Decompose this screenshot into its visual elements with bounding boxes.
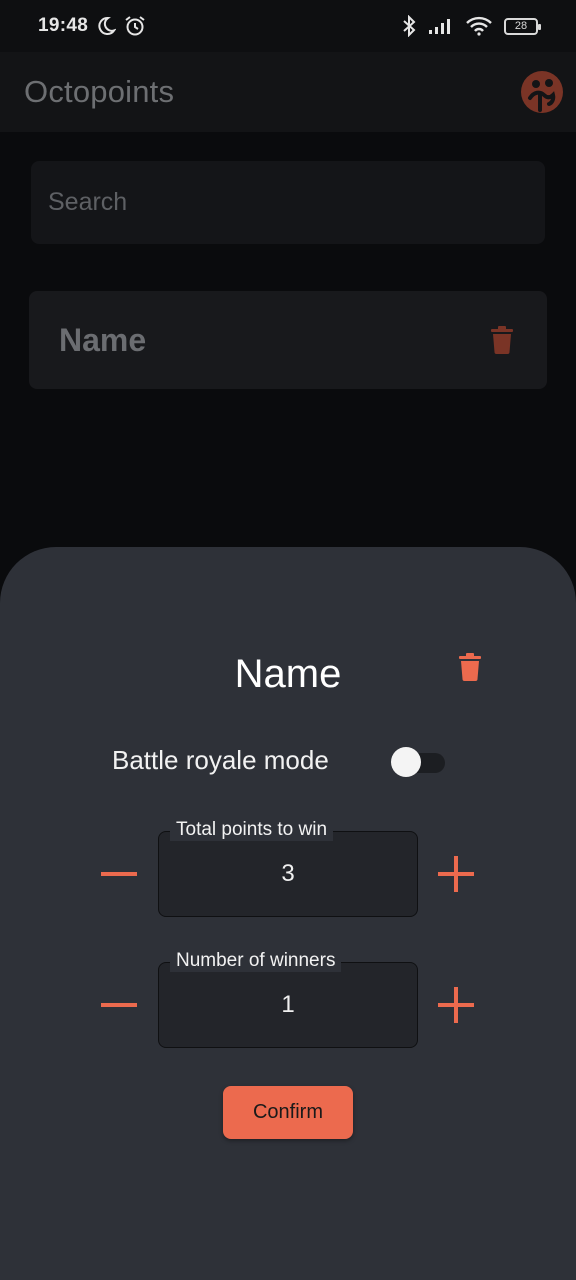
bluetooth-icon [403,15,416,37]
trash-icon[interactable] [491,326,513,354]
total-points-label: Total points to win [170,819,334,841]
total-points-field[interactable]: 3 [158,831,418,917]
moon-icon [98,16,117,35]
search-input[interactable]: Search [31,161,545,244]
winners-label: Number of winners [170,950,342,972]
toggle-knob [391,747,421,777]
octopus-logo-icon[interactable] [520,70,564,114]
sheet-title: Name [234,652,342,696]
list-item[interactable]: Name [29,291,547,389]
status-right: 28 [402,15,541,37]
confirm-label: Confirm [252,1101,323,1123]
decrement-points-button[interactable] [99,854,139,894]
increment-points-button[interactable] [436,854,476,894]
battery-icon: 28 [504,17,541,35]
winners-value: 1 [281,991,295,1018]
list-item-name: Name [59,321,147,358]
trash-icon[interactable] [459,653,481,681]
winners-field[interactable]: 1 [158,962,418,1048]
status-left: 19:48 [38,15,146,37]
status-time: 19:48 [38,15,89,36]
increment-winners-button[interactable] [436,985,476,1025]
decrement-winners-button[interactable] [99,985,139,1025]
app-bar: Octopoints [0,52,576,132]
status-bar: 19:48 28 [0,0,576,52]
signal-icon [429,19,450,34]
wifi-icon [466,16,492,36]
app-title: Octopoints [24,74,175,109]
battle-royale-label: Battle royale mode [112,745,329,775]
total-points-value: 3 [281,860,295,887]
alarm-icon [125,16,145,36]
confirm-button[interactable]: Confirm [223,1086,353,1139]
battle-royale-toggle[interactable] [391,747,447,777]
bottom-sheet: Name Battle royale mode 3 Total points t… [0,547,576,1280]
search-placeholder: Search [48,188,128,216]
